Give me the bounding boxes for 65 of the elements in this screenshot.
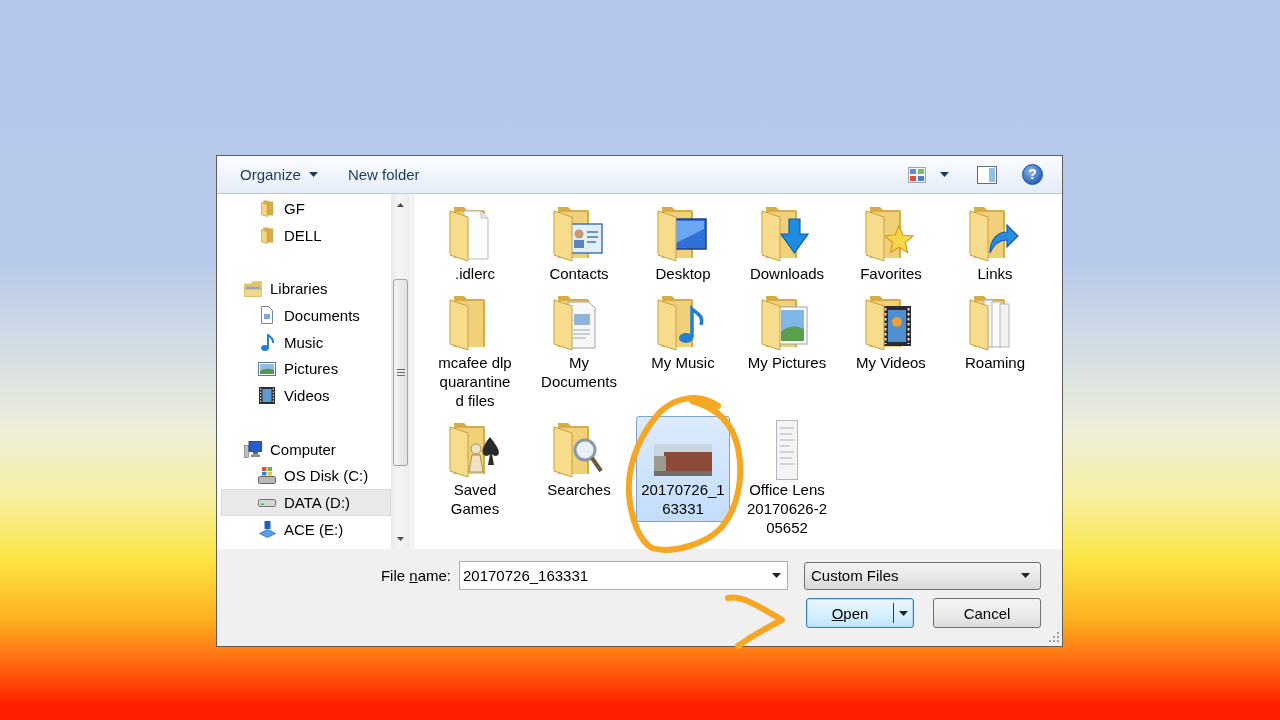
- file-item[interactable]: Saved Games: [428, 416, 522, 522]
- nav-item[interactable]: Libraries: [221, 275, 391, 303]
- nav-item[interactable]: Videos: [221, 382, 391, 409]
- nav-item[interactable]: Pictures: [221, 355, 391, 383]
- file-item[interactable]: My Pictures: [740, 289, 834, 376]
- contact-card-folder-icon: [553, 206, 605, 262]
- folder-icon: [260, 226, 274, 244]
- file-type-dropdown[interactable]: Custom Files: [804, 561, 1041, 590]
- curved-arrow-folder-icon: [969, 206, 1021, 262]
- file-item[interactable]: Searches: [532, 416, 626, 503]
- nav-item[interactable]: Music: [221, 328, 391, 356]
- library-icon: [244, 280, 262, 297]
- file-item[interactable]: Roaming: [948, 289, 1042, 376]
- scroll-thumb[interactable]: [393, 279, 408, 466]
- grip-icon: [396, 369, 405, 376]
- nav-item[interactable]: DELL: [221, 221, 391, 249]
- toolbar-button[interactable]: New folder: [337, 162, 430, 187]
- document-icon: [261, 306, 273, 325]
- nav-item[interactable]: Documents: [221, 302, 391, 329]
- view-icon[interactable]: [908, 166, 926, 183]
- file-item[interactable]: Contacts: [532, 200, 626, 287]
- caret-icon[interactable]: [772, 573, 781, 578]
- file-item[interactable]: 20170726_1 63331: [636, 416, 730, 522]
- file-item[interactable]: Office Lens 20170626-2 05652: [740, 416, 834, 541]
- caret-icon: [1021, 573, 1030, 578]
- nav-item[interactable]: DATA (D:): [221, 489, 391, 516]
- preview-pane-icon[interactable]: [977, 165, 997, 184]
- monitor-folder-icon: [657, 206, 709, 262]
- device-icon: [258, 520, 276, 538]
- magnifier-folder-icon: [553, 422, 605, 478]
- chess-piece-folder-icon: [449, 422, 501, 478]
- file-item[interactable]: .idlerc: [428, 200, 522, 287]
- file-item[interactable]: Favorites: [844, 200, 938, 287]
- music-note-icon: [260, 333, 274, 351]
- toolbar-button[interactable]: Organize: [230, 162, 328, 187]
- open-button[interactable]: Open: [806, 598, 914, 628]
- document-page-icon: [776, 420, 798, 480]
- file-item[interactable]: My Music: [636, 289, 730, 376]
- file-item[interactable]: mcafee dlp quarantine d files: [428, 289, 522, 414]
- caret-icon[interactable]: [899, 610, 908, 616]
- caret-icon[interactable]: [940, 172, 949, 177]
- nav-item[interactable]: GF: [221, 195, 391, 222]
- caret-icon: [308, 172, 318, 177]
- computer-icon: [244, 440, 262, 458]
- hard-drive-icon: [258, 498, 276, 507]
- file-name-field[interactable]: 20170726_163331: [459, 561, 788, 590]
- drive-icon: [258, 467, 276, 485]
- picture-icon: [258, 361, 276, 376]
- scroll-up-icon[interactable]: [397, 203, 404, 207]
- photo-thumbnail: [654, 444, 712, 476]
- resize-grip-icon[interactable]: [1049, 632, 1059, 642]
- star-folder-icon: [865, 206, 917, 262]
- file-item[interactable]: Links: [948, 200, 1042, 287]
- nav-item[interactable]: OS Disk (C:): [221, 462, 391, 490]
- scroll-down-icon[interactable]: [397, 537, 404, 541]
- file-item[interactable]: Downloads: [740, 200, 834, 287]
- nav-item[interactable]: ACE (E:): [221, 515, 391, 543]
- file-item[interactable]: My Documents: [532, 289, 626, 395]
- file-item[interactable]: Desktop: [636, 200, 730, 287]
- cancel-button[interactable]: Cancel: [933, 598, 1041, 628]
- folder-icon: [260, 199, 274, 217]
- film-icon: [259, 386, 275, 404]
- nav-item[interactable]: Computer: [221, 435, 391, 463]
- file-item[interactable]: My Videos: [844, 289, 938, 376]
- file-name-label: File name:: [380, 567, 451, 584]
